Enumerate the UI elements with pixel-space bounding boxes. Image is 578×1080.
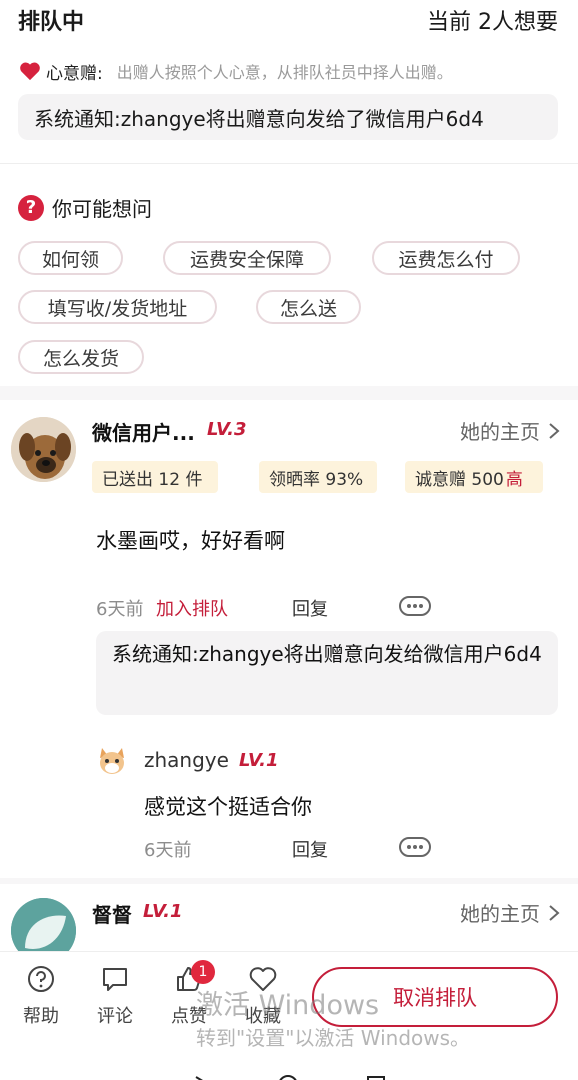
cancel-queue-button[interactable]: 取消排队 (312, 967, 558, 1027)
level-badge: LV.1 (239, 750, 279, 771)
intent-label: 心意赠: (46, 63, 103, 84)
faq-chip[interactable]: 怎么发货 (18, 340, 144, 374)
faq-chip[interactable]: 填写收/发货地址 (18, 290, 217, 324)
favorite-tab[interactable]: 收藏 (235, 964, 291, 1028)
reply-text: 感觉这个挺适合你 (144, 795, 312, 819)
like-count-badge: 1 (191, 960, 215, 984)
cat-avatar-image (100, 748, 124, 774)
intent-row: 心意赠: 出赠人按照个人心意，从排队社员中择人出赠。 (18, 58, 563, 84)
divider (0, 163, 578, 164)
level-badge: LV.3 (207, 419, 247, 440)
system-reply: 系统通知:zhangye将出赠意向发给微信用户6d4 (96, 631, 558, 715)
username[interactable]: 督督 (92, 899, 132, 928)
nav-buttons-icon (195, 1075, 385, 1080)
heart-outline-icon (249, 967, 277, 991)
reply-time: 6天前 (144, 840, 192, 861)
faq-chip[interactable]: 运费怎么付 (372, 241, 520, 275)
avatar[interactable] (11, 417, 76, 482)
dog-avatar-image (11, 417, 76, 482)
wanted-count: 当前 2人想要 (427, 10, 558, 35)
avatar[interactable] (96, 744, 128, 776)
join-queue-link[interactable]: 加入排队 (156, 595, 228, 621)
stat-sincerity: 诚意赠 500 高 (405, 461, 543, 493)
comment-icon (103, 968, 127, 991)
username[interactable]: 微信用户... (92, 417, 195, 446)
page-title: 排队中 (18, 10, 85, 35)
section-separator (0, 386, 578, 400)
like-label: 点赞 (171, 1006, 207, 1027)
comment-time: 6天前 (96, 599, 144, 620)
system-notice: 系统通知:zhangye将出赠意向发给了微信用户6d4 (18, 94, 558, 140)
bottom-action-bar: 帮助 评论 1 点赞 收藏 取消排队 (0, 951, 578, 1080)
sincerity-label: 诚意赠 500 (415, 469, 504, 490)
chevron-right-icon (549, 904, 560, 921)
faq-chip[interactable]: 运费安全保障 (163, 241, 331, 275)
stat-rate: 领晒率 93% (259, 461, 377, 493)
chevron-right-icon (549, 422, 560, 439)
heart-icon (20, 62, 40, 81)
sincerity-flag: 高 (505, 469, 523, 490)
section-separator (0, 878, 578, 884)
question-icon: ? (18, 194, 44, 221)
level-badge: LV.1 (143, 901, 183, 922)
help-tab[interactable]: 帮助 (13, 964, 69, 1028)
favorite-label: 收藏 (245, 1006, 281, 1027)
reply-username[interactable]: zhangye (144, 748, 229, 772)
reply-button[interactable]: 回复 (292, 836, 328, 862)
home-link-label: 她的主页 (460, 902, 540, 926)
home-page-link[interactable]: 她的主页 (460, 898, 560, 927)
system-nav-bar (0, 1068, 578, 1080)
help-icon (28, 966, 54, 992)
home-link-label: 她的主页 (460, 420, 540, 444)
faq-header: ? 你可能想问 (18, 193, 152, 222)
comment-text: 水墨画哎，好好看啊 (96, 529, 285, 553)
faq-title: 你可能想问 (52, 197, 152, 221)
intent-description: 出赠人按照个人心意，从排队社员中择人出赠。 (116, 63, 453, 82)
reply-button[interactable]: 回复 (292, 595, 328, 621)
top-header: 排队中 当前 2人想要 (0, 0, 578, 40)
comment-tab[interactable]: 评论 (87, 964, 143, 1028)
faq-chip[interactable]: 怎么送 (256, 290, 361, 324)
help-label: 帮助 (23, 1006, 59, 1027)
more-options-icon[interactable] (399, 596, 431, 616)
faq-chip[interactable]: 如何领 (18, 241, 123, 275)
home-page-link[interactable]: 她的主页 (460, 416, 560, 445)
like-tab[interactable]: 1 点赞 (161, 960, 217, 1028)
more-options-icon[interactable] (399, 837, 431, 857)
comment-label: 评论 (97, 1006, 133, 1027)
stat-sent: 已送出 12 件 (92, 461, 218, 493)
